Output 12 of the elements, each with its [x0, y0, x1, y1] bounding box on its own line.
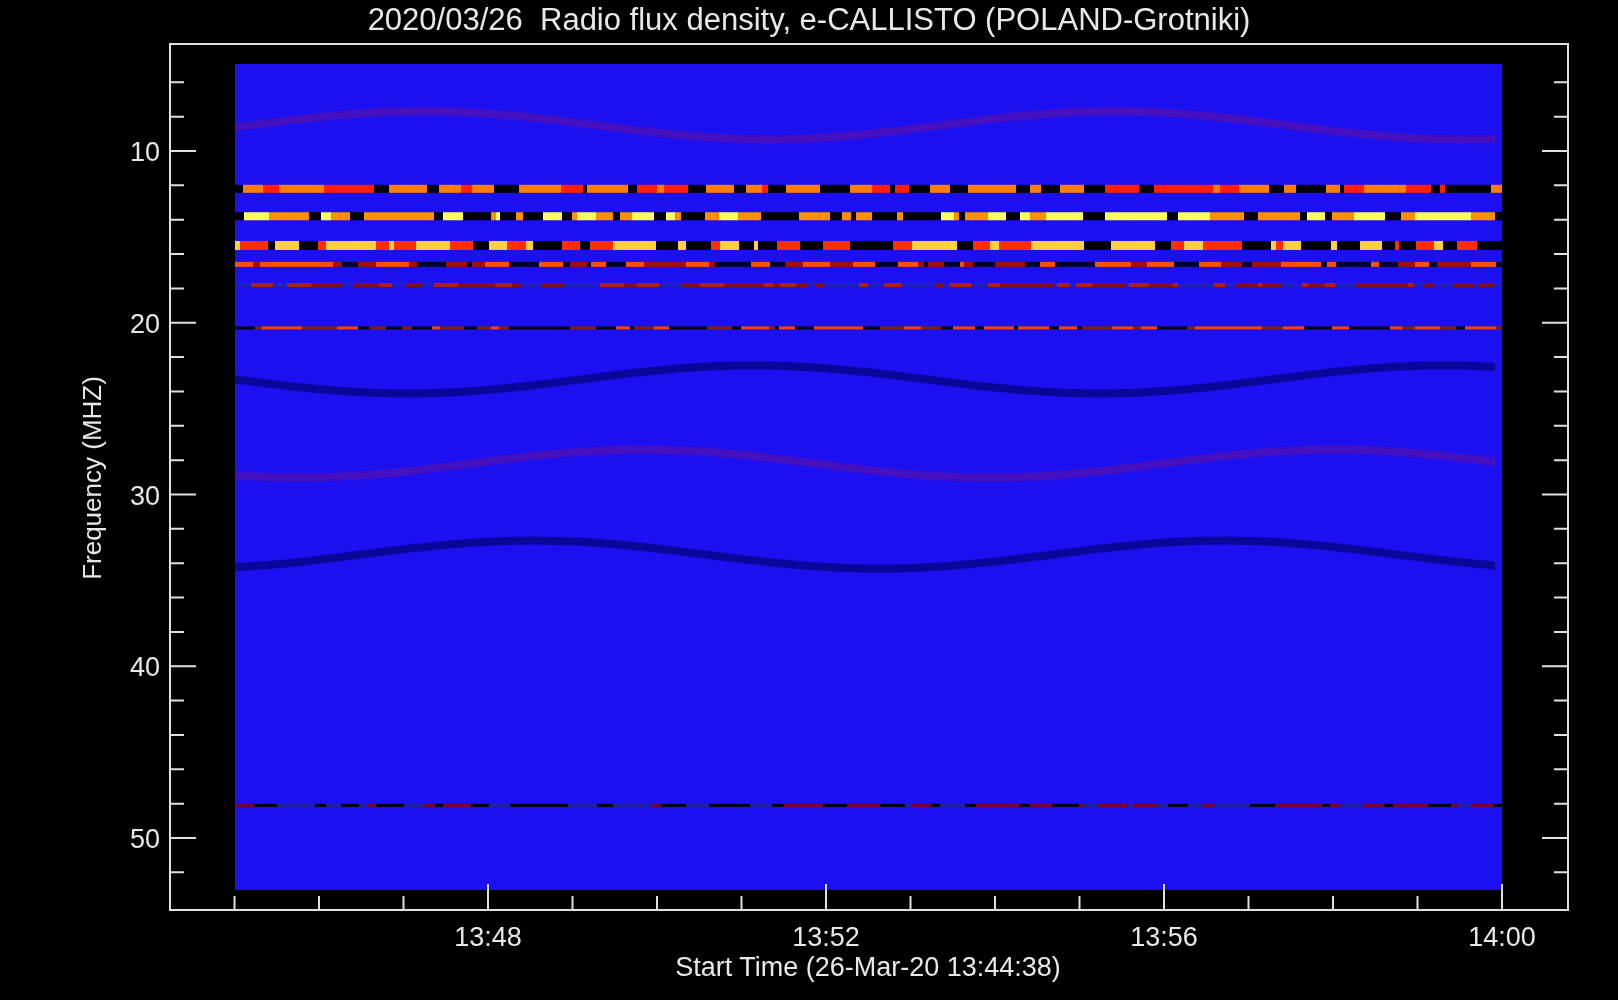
y-axis-label: Frequency (MHZ) — [77, 376, 107, 580]
y-tick-label: 10 — [129, 137, 160, 167]
x-tick-label: 13:56 — [1130, 922, 1198, 952]
x-tick-label: 14:00 — [1468, 922, 1536, 952]
x-axis-label: Start Time (26-Mar-20 13:44:38) — [675, 952, 1061, 982]
y-tick-label: 30 — [129, 480, 160, 511]
x-tick-label: 13:52 — [792, 922, 860, 952]
y-tick-label: 40 — [129, 652, 160, 683]
y-tick-label: 50 — [129, 824, 160, 854]
chart-title: 2020/03/26 Radio flux density, e-CALLISTO (POLAND-Grotniki) — [367, 2, 1251, 37]
x-tick-label: 13:48 — [454, 922, 522, 952]
y-tick-label: 20 — [129, 308, 160, 339]
